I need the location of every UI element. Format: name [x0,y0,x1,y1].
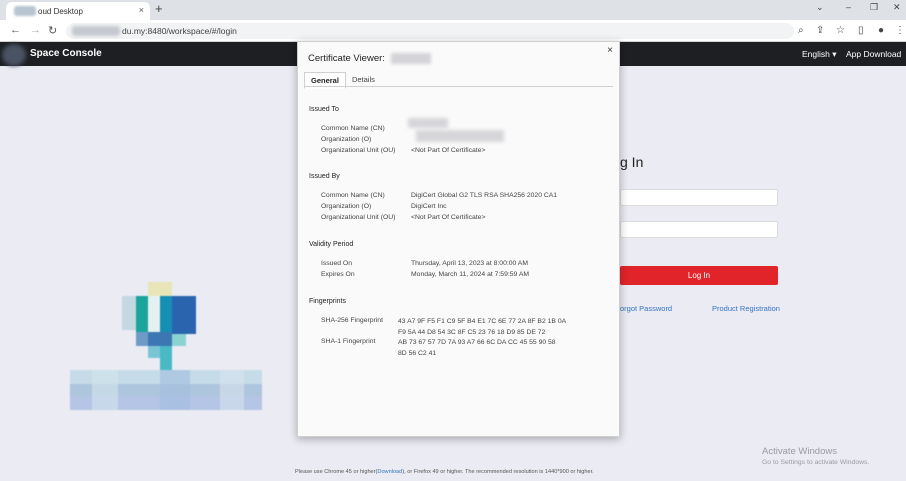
forward-arrow-icon[interactable]: → [30,24,41,36]
issued-on-value: Thursday, April 13, 2023 at 8:00:00 AM [411,260,529,267]
issued-by-heading: Issued By [309,173,340,180]
browser-tab[interactable]: oud Desktop × [6,2,150,20]
dialog-title-redacted [390,53,431,64]
fingerprints-heading: Fingerprints [309,298,346,305]
profile-icon[interactable]: ● [878,25,884,36]
url-text: du.my:8480/workspace/#/login [122,26,237,36]
app-title: Space Console [30,48,102,59]
issued-to-o-label: Organization (O) [321,136,372,143]
restore-button[interactable]: ❐ [870,2,878,13]
issued-by-o-value: DigiCert Inc [411,203,447,210]
dialog-title-text: Certificate Viewer: [308,53,385,64]
sha1-value: AB 73 67 57 7D 7A 93 A7 66 6C DA CC 45 5… [398,339,556,357]
browser-requirement-note: Please use Chrome 45 or higher(Download)… [295,469,594,475]
issued-by-ou-label: Organizational Unit (OU) [321,214,396,221]
issued-to-cn-label: Common Name (CN) [321,125,385,132]
redacted-org [416,130,504,142]
back-arrow-icon[interactable]: ← [10,24,21,36]
note-before: Please use Chrome 45 or higher( [295,469,378,475]
issued-to-heading: Issued To [309,106,339,113]
side-panel-icon[interactable]: ▯ [858,25,864,36]
forgot-password-link[interactable]: orgot Password [620,304,672,313]
zoom-icon[interactable]: ⌕ [798,25,804,36]
note-after: ), or Firefox 49 or higher. The recommen… [402,469,594,475]
issued-to-ou-value: <Not Part Of Certificate> [411,147,486,154]
issued-to-ou-label: Organizational Unit (OU) [321,147,396,154]
expires-on-label: Expires On [321,271,355,278]
sha1-label: SHA-1 Fingerprint [321,338,376,345]
minimize-button[interactable]: – [846,2,851,12]
issued-on-label: Issued On [321,260,352,267]
url-redacted [72,26,120,36]
tab-search-icon[interactable]: ⌄ [816,2,824,13]
new-tab-button[interactable]: + [155,1,163,16]
activate-line1: Activate Windows [762,446,837,457]
address-bar[interactable]: du.my:8480/workspace/#/login [66,23,794,39]
language-select[interactable]: English ▾ [802,49,837,60]
activate-line2: Go to Settings to activate Windows. [762,459,870,466]
browser-tabstrip: oud Desktop × + ⌄ – ❐ ✕ [0,0,906,20]
issued-by-cn-label: Common Name (CN) [321,192,385,199]
close-icon[interactable]: × [607,45,613,56]
validity-heading: Validity Period [309,241,354,248]
login-button[interactable]: Log In [620,266,778,285]
username-input[interactable] [620,189,778,206]
product-registration-link[interactable]: Product Registration [712,304,780,313]
issued-by-o-label: Organization (O) [321,203,372,210]
issued-by-ou-value: <Not Part Of Certificate> [411,214,486,221]
login-title: g In [620,154,644,170]
close-window-button[interactable]: ✕ [893,2,901,13]
sha256-value: 43 A7 9F F5 F1 C9 5F B4 E1 7C 6E 77 2A 8… [398,318,566,336]
tab-divider [304,86,613,87]
tab-close-icon[interactable]: × [139,5,144,15]
bookmark-star-icon[interactable]: ☆ [836,25,845,36]
share-icon[interactable]: ⇪ [816,25,824,36]
redacted-cn [408,118,448,128]
download-link[interactable]: Download [377,469,402,475]
certificate-viewer-dialog: Certificate Viewer: × General Details Is… [297,41,620,437]
app-download-link[interactable]: App Download [846,49,901,59]
activate-windows-watermark: Activate Windows Go to Settings to activ… [762,446,869,466]
password-input[interactable] [620,221,778,238]
tab-title: oud Desktop [38,6,83,16]
sha256-label: SHA-256 Fingerprint [321,317,383,324]
menu-kebab-icon[interactable]: ⋮ [895,25,905,36]
issued-by-cn-value: DigiCert Global G2 TLS RSA SHA256 2020 C… [411,192,558,199]
expires-on-value: Monday, March 11, 2024 at 7:59:59 AM [411,271,530,278]
reload-icon[interactable]: ↻ [48,24,57,37]
tab-favicon-redacted [14,6,36,16]
app-logo-redacted [2,44,26,66]
dialog-title: Certificate Viewer: [308,53,431,64]
browser-toolbar: ← → ↻ du.my:8480/workspace/#/login ⌕ ⇪ ☆… [0,20,906,42]
